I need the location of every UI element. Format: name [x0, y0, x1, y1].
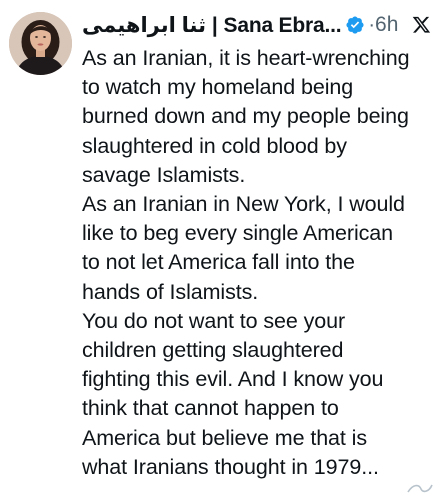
- x-logo-icon: [412, 15, 431, 34]
- tweet-paragraph: As an Iranian in New York, I would like …: [82, 192, 405, 304]
- verified-badge-icon: [345, 15, 365, 35]
- tweet-card[interactable]: ثنا ابراهیمی | Sana Ebra... · 6h As an I…: [0, 0, 441, 500]
- separator-dot: ·: [368, 13, 376, 36]
- corner-watermark-icon: [405, 480, 435, 496]
- tweet-header: ثنا ابراهیمی | Sana Ebra... · 6h: [82, 11, 432, 39]
- tweet-paragraph: You do not want to see your children get…: [82, 308, 384, 479]
- tweet-text: As an Iranian, it is heart-wrenching to …: [82, 44, 438, 482]
- timestamp[interactable]: 6h: [375, 13, 398, 37]
- avatar[interactable]: [9, 12, 72, 75]
- display-name[interactable]: ثنا ابراهیمی | Sana Ebra...: [82, 13, 342, 38]
- tweet-paragraph: As an Iranian, it is heart-wrenching to …: [82, 46, 410, 187]
- profile-photo: [9, 12, 72, 75]
